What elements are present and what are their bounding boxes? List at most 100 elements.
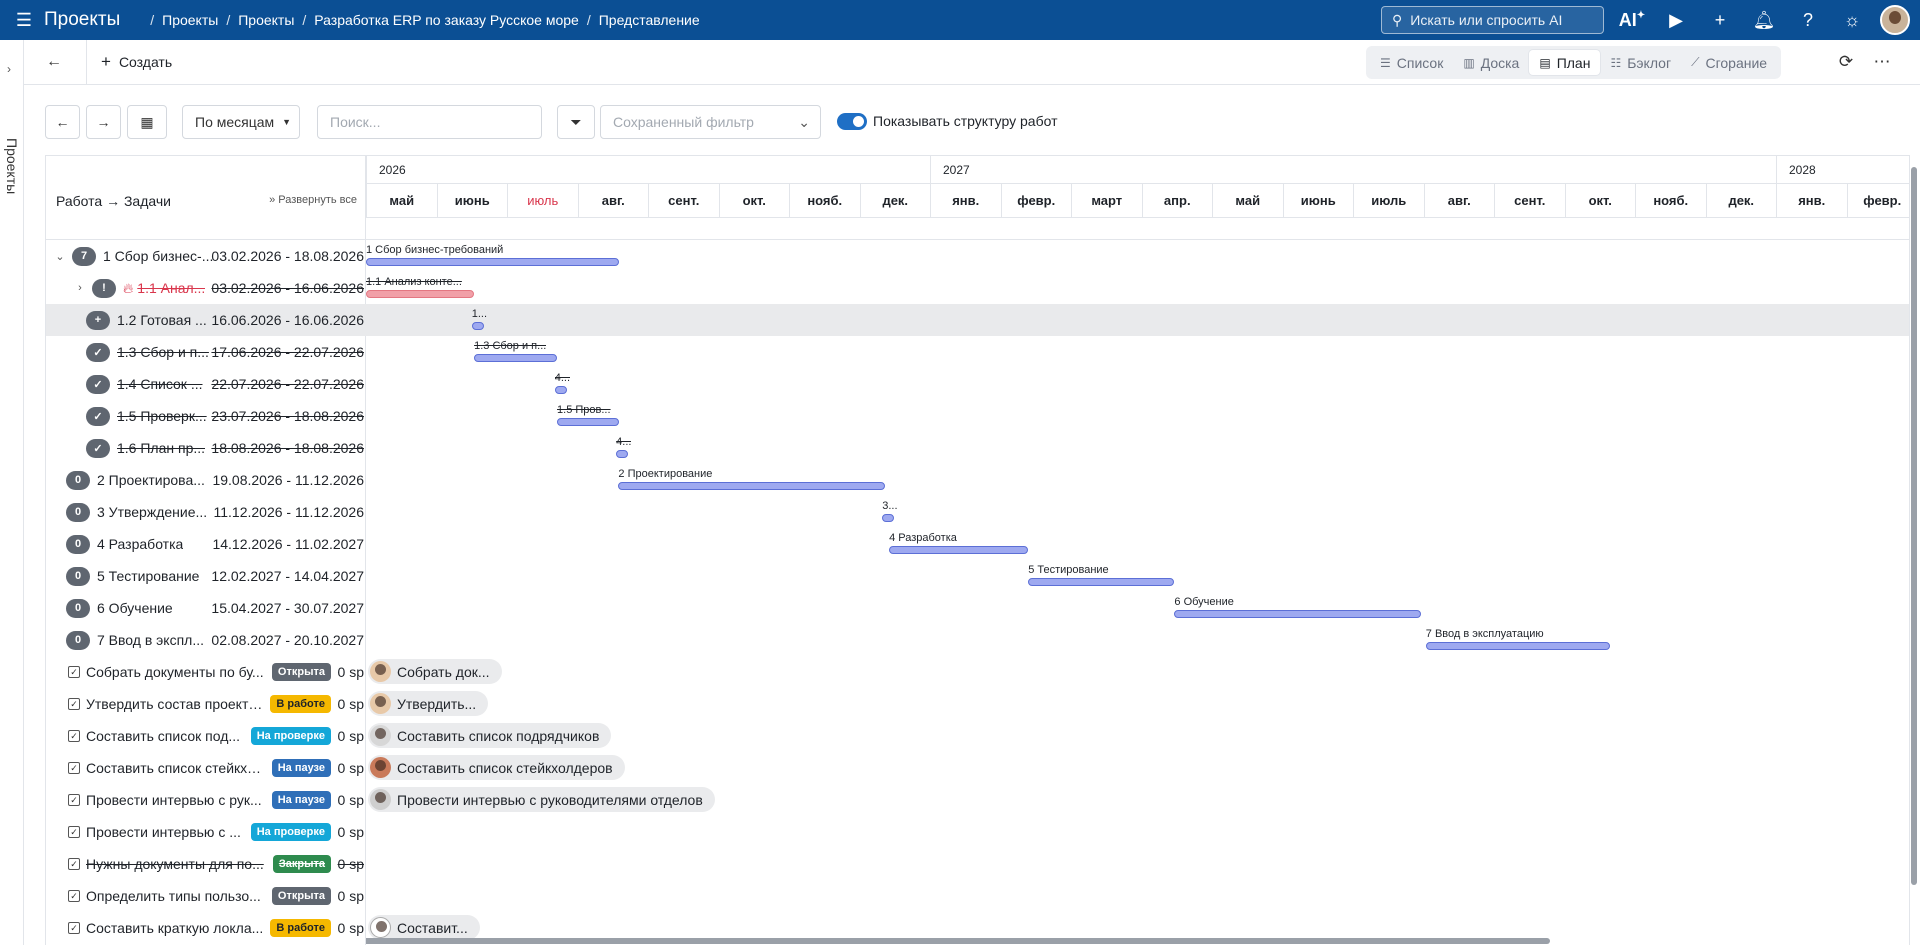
work-row[interactable]: 0 3 Утверждение... 11.12.2026 - 11.12.2026 xyxy=(46,496,366,528)
task-timeline-chip[interactable]: Составить список подрядчиков xyxy=(368,723,612,748)
gantt-bar[interactable] xyxy=(1028,578,1175,586)
work-row[interactable]: 0 5 Тестирование 12.02.2027 - 14.04.2027 xyxy=(46,560,366,592)
add-icon[interactable]: + xyxy=(1698,10,1742,31)
more-options-icon[interactable]: ⋯ xyxy=(1864,52,1900,72)
app-title[interactable]: Проекты xyxy=(44,9,120,31)
work-row[interactable]: +1.2 Готовая ... 16.06.2026 - 16.06.2026 xyxy=(46,304,366,336)
gantt-bar[interactable] xyxy=(882,514,895,522)
back-arrow-icon[interactable]: ← xyxy=(46,53,80,71)
task-row[interactable]: ✓ Составить список под... На проверке 0 sp xyxy=(46,720,366,752)
task-row[interactable]: ✓ Собрать документы по бу... Открыта 0 sp xyxy=(46,656,366,688)
vertical-scroll-thumb[interactable] xyxy=(1911,167,1917,885)
task-checkbox-icon[interactable]: ✓ xyxy=(68,730,80,742)
breadcrumb-item[interactable]: Разработка ERP по заказу Русское море xyxy=(314,12,579,28)
task-timeline-chip[interactable]: Провести интервью с руководителями отдел… xyxy=(368,787,715,812)
gantt-bar[interactable] xyxy=(557,418,619,426)
theme-sun-icon[interactable]: ☼ xyxy=(1830,10,1874,31)
global-search-input[interactable]: ⚲ Искать или спросить AI xyxy=(1381,6,1604,34)
task-checkbox-icon[interactable]: ✓ xyxy=(68,890,80,902)
gantt-bar[interactable] xyxy=(618,482,885,490)
status-badge[interactable]: В работе xyxy=(270,919,331,937)
prev-period-button[interactable]: ← xyxy=(45,105,80,139)
work-row[interactable]: ✓ 1.6 План пр... 18.08.2026 - 18.08.2026 xyxy=(46,432,366,464)
task-row[interactable]: ✓ Провести интервью с рук... На паузе 0 sp xyxy=(46,784,366,816)
tab-burndown[interactable]: ⟋ Сгорание xyxy=(1681,50,1777,75)
work-row[interactable]: 0 4 Разработка 14.12.2026 - 11.02.2027 xyxy=(46,528,366,560)
task-timeline-chip[interactable]: Составить список стейкхолдеров xyxy=(368,755,625,780)
next-period-button[interactable]: → xyxy=(86,105,121,139)
notifications-bell-icon[interactable]: 🔔︎ xyxy=(1742,10,1786,31)
status-badge[interactable]: Открыта xyxy=(271,663,331,681)
chevron-right-icon[interactable]: › xyxy=(7,62,11,76)
work-row[interactable]: ⌄ 7 1 Сбор бизнес-... 03.02.2026 - 18.08.20… xyxy=(46,240,366,272)
task-checkbox-icon[interactable]: ✓ xyxy=(68,762,80,774)
task-checkbox-icon[interactable]: ✓ xyxy=(68,826,80,838)
gantt-bar[interactable] xyxy=(1425,642,1611,650)
status-badge[interactable]: В работе xyxy=(270,695,331,713)
tab-list[interactable]: ☰ Список xyxy=(1370,50,1453,75)
tab-plan[interactable]: ▤ План xyxy=(1529,50,1601,75)
chevron-right-icon[interactable]: › xyxy=(74,282,86,294)
gantt-bar[interactable] xyxy=(1174,610,1422,618)
saved-filter-select[interactable]: Сохраненный фильтр ⌄ xyxy=(600,105,821,139)
breadcrumb-item[interactable]: Проекты xyxy=(162,12,218,28)
work-row[interactable]: 0 2 Проектирова... 19.08.2026 - 11.12.2026 xyxy=(46,464,366,496)
gantt-bar[interactable] xyxy=(366,258,619,266)
side-panel-label[interactable]: Проекты xyxy=(4,138,20,194)
status-badge[interactable]: На паузе xyxy=(271,791,331,809)
status-badge[interactable]: На проверке xyxy=(250,727,331,745)
status-badge[interactable]: На паузе xyxy=(271,759,331,777)
gantt-bar[interactable] xyxy=(366,290,475,298)
work-row[interactable]: ✓ 1.5 Проверк... 23.07.2026 - 18.08.2026 xyxy=(46,400,366,432)
work-row[interactable]: ✓ 1.3 Сбор и п... 17.06.2026 - 22.07.2026 xyxy=(46,336,366,368)
create-button[interactable]: + Создать xyxy=(101,52,172,72)
work-row[interactable]: 0 7 Ввод в экспл... 02.08.2027 - 20.10.202… xyxy=(46,624,366,656)
task-checkbox-icon[interactable]: ✓ xyxy=(68,794,80,806)
task-checkbox-icon[interactable]: ✓ xyxy=(68,858,80,870)
scale-select[interactable]: По месяцам ▼ xyxy=(182,105,300,139)
breadcrumb-item-current[interactable]: Представление xyxy=(599,12,700,28)
search-input[interactable]: Поиск... xyxy=(317,105,542,139)
work-row[interactable]: ✓ 1.4 Список ... 22.07.2026 - 22.07.2026 xyxy=(46,368,366,400)
task-checkbox-icon[interactable]: ✓ xyxy=(68,922,80,934)
task-chip-label: Составить список подрядчиков xyxy=(397,727,600,744)
gantt-bar[interactable] xyxy=(616,450,629,458)
task-checkbox-icon[interactable]: ✓ xyxy=(68,698,80,710)
vertical-scrollbar[interactable] xyxy=(1910,155,1918,890)
task-name: Провести интервью с ... xyxy=(86,824,241,840)
work-row[interactable]: ›! 🔥︎ 1.1 Анал... 03.02.2026 - 16.06.2026 xyxy=(46,272,366,304)
task-row[interactable]: ✓ Составить краткую локла... В работе 0 sp xyxy=(46,912,366,944)
help-icon[interactable]: ? xyxy=(1786,10,1830,31)
refresh-icon[interactable]: ⟳ xyxy=(1828,52,1864,72)
expand-all-button[interactable]: » Развернуть все xyxy=(269,194,357,206)
tab-board[interactable]: ▥ Доска xyxy=(1453,50,1529,75)
tab-backlog[interactable]: ☷ Бэклог xyxy=(1600,50,1681,75)
status-badge[interactable]: Открыта xyxy=(271,887,331,905)
hamburger-menu-icon[interactable]: ☰ xyxy=(12,10,36,31)
ai-assistant-button[interactable]: AI✦ xyxy=(1610,10,1654,31)
task-row[interactable]: ✓ Определить типы пользо... Открыта 0 sp xyxy=(46,880,366,912)
gantt-bar[interactable] xyxy=(474,354,558,362)
task-row[interactable]: ✓ Провести интервью с ... На проверке 0 sp xyxy=(46,816,366,848)
gantt-bar-label: 5 Тестирование xyxy=(1028,564,1109,576)
task-row[interactable]: ✓ Составить список стейкхо... На паузе 0 sp xyxy=(46,752,366,784)
gantt-bar[interactable] xyxy=(471,322,484,330)
sparkle-icon: ✦ xyxy=(1636,9,1646,21)
work-row[interactable]: 0 6 Обучение 15.04.2027 - 30.07.2027 xyxy=(46,592,366,624)
breadcrumb-item[interactable]: Проекты xyxy=(238,12,294,28)
status-badge[interactable]: На проверке xyxy=(250,823,331,841)
calendar-button[interactable]: ▦ xyxy=(127,105,167,139)
task-timeline-chip[interactable]: Утвердить... xyxy=(368,691,489,716)
show-structure-toggle[interactable] xyxy=(837,113,867,130)
user-avatar[interactable] xyxy=(1880,5,1910,35)
task-row[interactable]: ✓ Нужны документы для по... Закрыта 0 sp xyxy=(46,848,366,880)
chevron-down-icon[interactable]: ⌄ xyxy=(54,250,66,263)
task-row[interactable]: ✓ Утвердить состав проектн... В работе 0 sp xyxy=(46,688,366,720)
gantt-bar[interactable] xyxy=(889,546,1029,554)
task-timeline-chip[interactable]: Собрать док... xyxy=(368,659,502,684)
gantt-bar[interactable] xyxy=(554,386,567,394)
play-icon[interactable]: ▶ xyxy=(1654,10,1698,31)
task-checkbox-icon[interactable]: ✓ xyxy=(68,666,80,678)
filter-button[interactable]: ⏷ xyxy=(557,105,595,139)
status-badge[interactable]: Закрыта xyxy=(272,855,331,873)
